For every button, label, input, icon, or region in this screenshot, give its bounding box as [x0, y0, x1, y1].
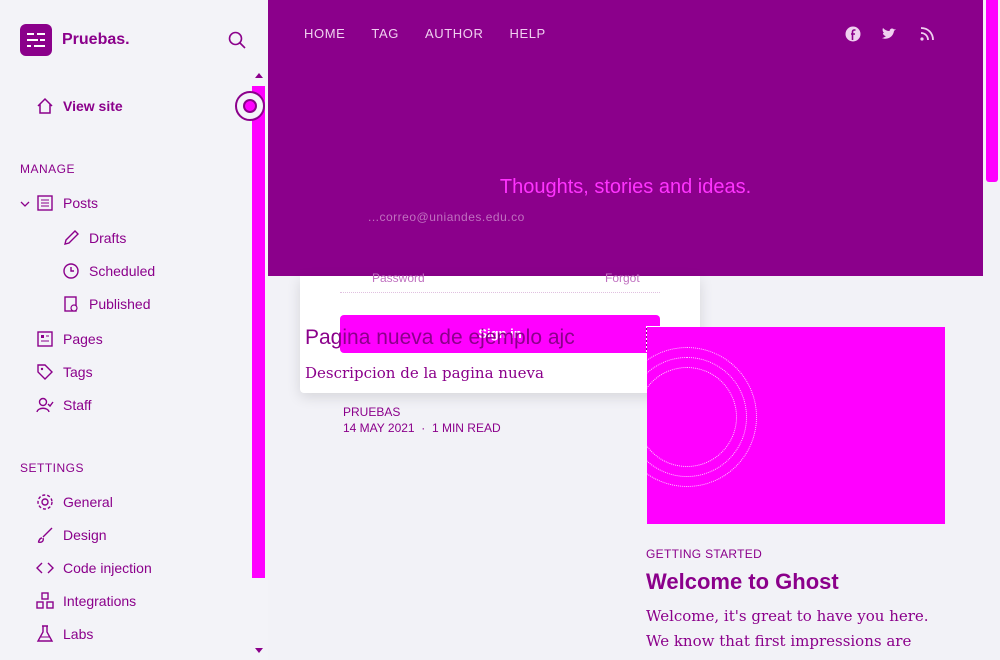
posts-icon [37, 195, 53, 211]
page-scrollbar[interactable] [986, 0, 998, 182]
home-icon [37, 97, 53, 114]
sidebar-item-label: Design [63, 527, 107, 543]
password-ghost-label: Password [372, 271, 425, 285]
view-site-label: View site [63, 98, 123, 114]
sidebar-item-label: General [63, 494, 113, 510]
sidebar-item-label: Posts [63, 195, 99, 211]
scroll-thumb-dot [243, 99, 257, 113]
scroll-thumb[interactable] [235, 91, 265, 121]
sidebar-item-label: Pages [63, 331, 103, 347]
decorative-ring [647, 347, 757, 487]
sidebar-item-label: Integrations [63, 593, 137, 609]
sidebar-item-integrations[interactable]: Integrations [36, 592, 136, 610]
sidebar-item-design[interactable]: Design [36, 526, 107, 544]
featured-image[interactable] [647, 327, 945, 524]
sidebar-item-staff[interactable]: Staff [36, 396, 92, 414]
page-card-meta: 14 MAY 2021 · 1 MIN READ [343, 421, 501, 435]
featured-tag[interactable]: GETTING STARTED [646, 547, 762, 561]
sidebar-item-code-injection[interactable]: Code injection [36, 559, 152, 577]
rss-icon[interactable] [919, 26, 935, 42]
sidebar-item-labs[interactable]: Labs [36, 625, 93, 643]
sidebar-item-published[interactable]: Published [62, 295, 151, 313]
brand-logo-icon [20, 24, 52, 56]
settings-section-title: SETTINGS [20, 461, 85, 475]
sidebar-item-tags[interactable]: Tags [36, 363, 93, 381]
sidebar-item-pages[interactable]: Pages [36, 330, 103, 348]
sidebar-scrollbar[interactable] [252, 86, 265, 578]
published-icon [64, 296, 78, 312]
sidebar: Pruebas. View site MANAGE Posts Drafts S… [0, 0, 268, 660]
chevron-down-icon[interactable] [20, 199, 30, 209]
code-icon [36, 562, 54, 574]
integrations-icon [36, 592, 54, 609]
sidebar-item-label: Published [89, 296, 151, 312]
brand[interactable]: Pruebas. [20, 24, 130, 56]
email-ghost-text: ...correo@uniandes.edu.co [368, 210, 525, 224]
nav-tag[interactable]: TAG [371, 26, 399, 41]
search-icon[interactable] [228, 31, 246, 49]
sidebar-item-label: Staff [63, 397, 92, 413]
tag-icon [37, 364, 53, 380]
top-navigation: HOME TAG AUTHOR HELP [304, 26, 572, 41]
nav-home[interactable]: HOME [304, 26, 345, 41]
nav-author[interactable]: AUTHOR [425, 26, 484, 41]
sidebar-item-general[interactable]: General [36, 493, 113, 511]
page-card-tag[interactable]: PRUEBAS [343, 405, 400, 419]
sidebar-item-label: Scheduled [89, 263, 156, 279]
clock-icon [63, 263, 79, 279]
pages-icon [37, 331, 53, 347]
manage-section-title: MANAGE [20, 162, 76, 176]
sidebar-item-label: Labs [63, 626, 94, 642]
site-header: HOME TAG AUTHOR HELP Thoughts, stories a… [268, 0, 983, 276]
sidebar-item-scheduled[interactable]: Scheduled [62, 262, 155, 280]
sidebar-item-label: Drafts [89, 230, 127, 246]
page-card-date: 14 MAY 2021 [343, 421, 415, 435]
page-card-title[interactable]: Pagina nueva de ejemplo ajc [305, 326, 575, 350]
page-card-description: Descripcion de la pagina nueva [305, 364, 544, 382]
brush-icon [37, 527, 53, 543]
featured-title[interactable]: Welcome to Ghost [646, 569, 839, 595]
featured-excerpt: Welcome, it's great to have you here. We… [646, 607, 929, 660]
view-site-link[interactable]: View site [36, 97, 123, 115]
flask-icon [36, 625, 54, 642]
sidebar-item-label: Code injection [63, 560, 152, 576]
facebook-icon[interactable] [845, 26, 861, 42]
gear-icon [37, 494, 53, 510]
nav-help[interactable]: HELP [509, 26, 545, 41]
scroll-up-arrow[interactable] [255, 73, 263, 78]
form-divider [340, 292, 660, 293]
sidebar-item-posts[interactable]: Posts [36, 194, 98, 212]
site-tagline: Thoughts, stories and ideas. [499, 176, 752, 198]
scroll-down-arrow[interactable] [255, 648, 263, 653]
forgot-ghost-link: Forgot [605, 271, 640, 285]
sidebar-item-label: Tags [63, 364, 93, 380]
meta-separator: · [414, 421, 432, 435]
page-card-reading-time: 1 MIN READ [431, 421, 501, 435]
brand-name: Pruebas. [62, 31, 130, 48]
twitter-icon[interactable] [881, 26, 897, 42]
pencil-icon [64, 230, 79, 245]
sidebar-item-drafts[interactable]: Drafts [62, 229, 126, 247]
staff-icon [36, 397, 54, 413]
